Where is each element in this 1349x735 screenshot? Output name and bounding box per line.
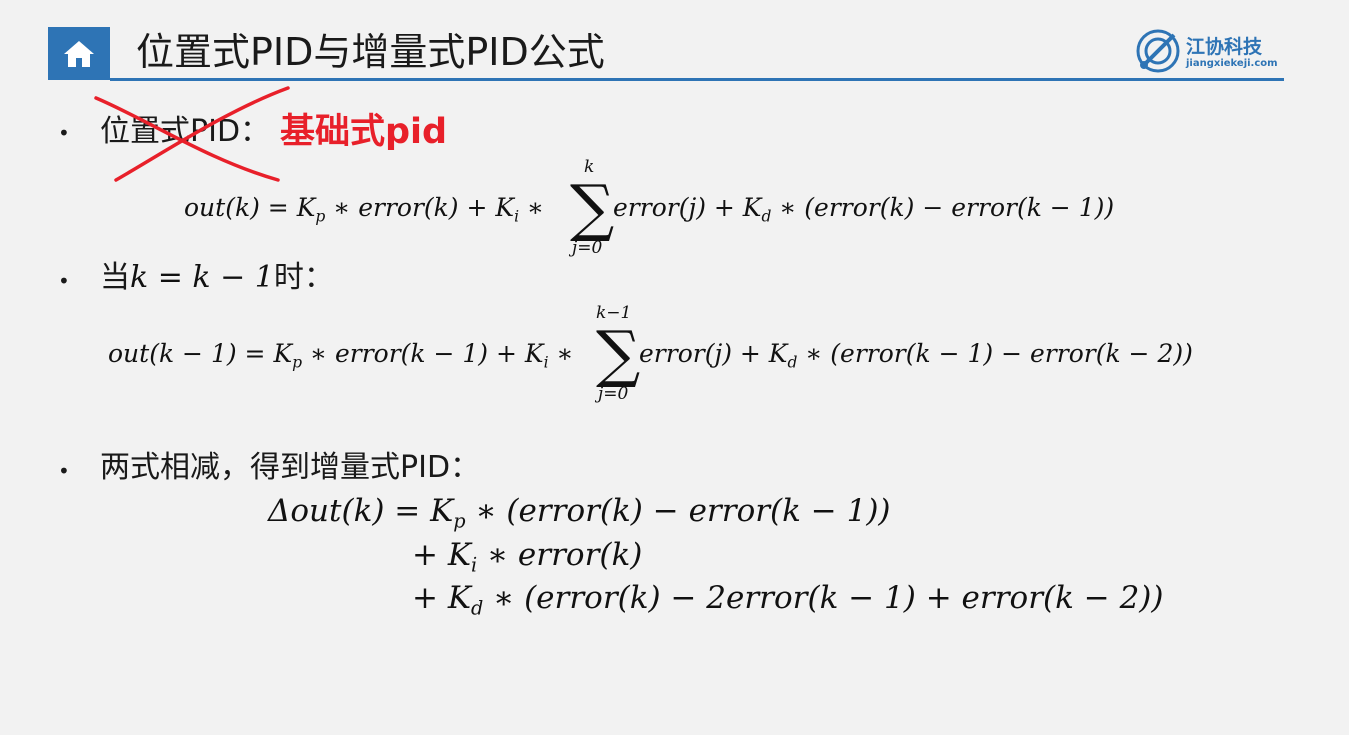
bullet-dot: •	[58, 269, 70, 293]
f3-line2-tail: ∗ error(k)	[477, 537, 643, 573]
f2-mid: ∗ error(k − 1) + K	[302, 339, 544, 368]
f1-tail: ∗ (error(k) − error(k − 1))	[771, 193, 1115, 222]
bullet-incremental-label: 两式相减，得到增量式PID：	[100, 450, 481, 485]
formula-position-pid-right: error(j) + Kd ∗ (error(k) − error(k − 1)…	[613, 188, 1114, 236]
f1-left: out(k) = K	[184, 193, 316, 222]
logo-icon	[1136, 29, 1180, 73]
formula-position-pid-prev-right: error(j) + Kd ∗ (error(k − 1) − error(k …	[639, 334, 1193, 382]
f3-line1: Δout(k) = K	[268, 493, 454, 529]
formula-position-pid: out(k) = Kp ∗ error(k) + Ki ∗	[184, 188, 544, 236]
b2-math: k = k − 1	[130, 260, 274, 295]
f1-right: error(j) + K	[613, 193, 762, 222]
annotation-base-pid: 基础式pid	[280, 112, 448, 152]
f3-line3-tail: ∗ (error(k) − 2error(k − 1) + error(k − …	[483, 580, 1164, 616]
f1-mid: ∗ error(k) + K	[325, 193, 515, 222]
f2-sub-d: d	[787, 353, 798, 372]
logo-text-cn: 江协科技	[1186, 36, 1263, 58]
f1-sub-d: d	[761, 207, 772, 226]
slide-title: 位置式PID与增量式PID公式	[136, 30, 605, 74]
f3-line2: + K	[412, 537, 471, 573]
f3-sub-d: d	[471, 596, 484, 620]
f1-star: ∗	[519, 193, 544, 222]
f2-left: out(k − 1) = K	[108, 339, 293, 368]
f2-sum-lower: j=0	[598, 384, 629, 404]
bullet-dot: •	[58, 459, 70, 483]
f1-sum-sign: ∑	[570, 171, 615, 244]
b2-prefix: 当	[100, 260, 130, 295]
f2-star: ∗	[548, 339, 574, 368]
bullet-dot: •	[58, 121, 70, 145]
f1-sum-lower: j=0	[572, 238, 603, 258]
formula-incremental-line3: + Kd ∗ (error(k) − 2error(k − 1) + error…	[412, 576, 1163, 631]
bullet-when-k-minus-1: 当k = k − 1时：	[100, 258, 334, 298]
f3-line3: + K	[412, 580, 471, 616]
f2-sub-p: p	[292, 353, 303, 372]
home-icon	[64, 40, 94, 67]
f2-right: error(j) + K	[639, 339, 788, 368]
f3-sub-p: p	[453, 509, 466, 533]
f2-sum-sign: ∑	[596, 317, 641, 390]
formula-position-pid-prev: out(k − 1) = Kp ∗ error(k − 1) + Ki ∗	[108, 334, 574, 382]
logo-text-en: jiangxiekeji.com	[1186, 58, 1278, 69]
slide-header: 位置式PID与增量式PID公式 江协科技 jiangxiekeji.com	[48, 27, 1284, 82]
f3-line1-tail: ∗ (error(k) − error(k − 1))	[465, 493, 891, 529]
b2-suffix: 时：	[273, 260, 334, 295]
strike-cross-mark	[94, 86, 290, 182]
f2-tail: ∗ (error(k − 1) − error(k − 2))	[797, 339, 1193, 368]
f1-sub-p: p	[315, 207, 326, 226]
home-button[interactable]	[48, 27, 110, 80]
brand-logo: 江协科技 jiangxiekeji.com	[1134, 27, 1278, 77]
